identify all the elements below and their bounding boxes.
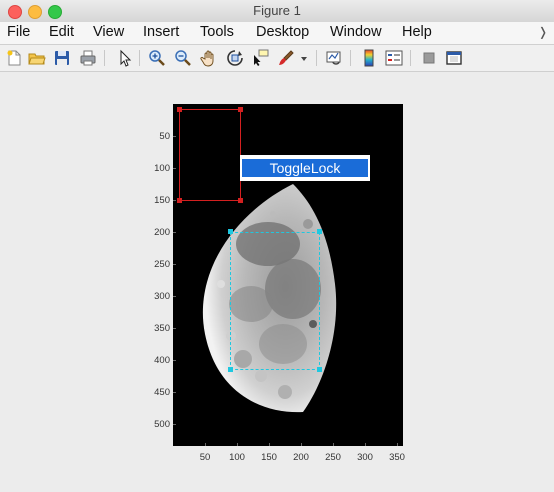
menu-edit[interactable]: Edit xyxy=(49,24,74,40)
y-tick-mark xyxy=(173,328,176,329)
pointer-icon[interactable] xyxy=(116,49,134,67)
context-menu: ToggleLock xyxy=(240,155,370,181)
toolbar-separator xyxy=(316,50,317,66)
legend-icon[interactable] xyxy=(385,49,403,67)
roi-handle[interactable] xyxy=(228,367,233,372)
toolbar-separator xyxy=(350,50,351,66)
data-cursor-icon[interactable] xyxy=(251,49,269,67)
y-tick-mark xyxy=(173,232,176,233)
rotate-3d-icon[interactable] xyxy=(226,49,244,67)
roi-handle[interactable] xyxy=(317,367,322,372)
roi-rectangle-active[interactable] xyxy=(230,232,320,370)
print-icon[interactable] xyxy=(79,49,97,67)
y-tick-label: 50 xyxy=(159,131,170,142)
y-tick-label: 100 xyxy=(154,163,170,174)
roi-rectangle-locked[interactable] xyxy=(179,109,241,201)
menu-insert[interactable]: Insert xyxy=(143,24,179,40)
menu-desktop[interactable]: Desktop xyxy=(256,24,309,40)
x-tick-mark xyxy=(301,443,302,446)
pan-icon[interactable] xyxy=(200,49,218,67)
y-tick-label: 250 xyxy=(154,259,170,270)
y-tick-mark xyxy=(173,360,176,361)
x-tick-label: 250 xyxy=(325,452,341,463)
roi-handle[interactable] xyxy=(238,107,243,112)
roi-handle[interactable] xyxy=(317,229,322,234)
show-plot-tools-icon[interactable] xyxy=(445,49,463,67)
menu-help[interactable]: Help xyxy=(402,24,432,40)
x-tick-mark xyxy=(237,443,238,446)
y-tick-label: 150 xyxy=(154,195,170,206)
x-tick-label: 100 xyxy=(229,452,245,463)
chevron-right-icon[interactable]: ❭ xyxy=(538,25,548,39)
roi-handle[interactable] xyxy=(177,107,182,112)
title-bar: Figure 1 xyxy=(0,0,554,23)
x-tick-label: 50 xyxy=(199,452,211,463)
toolbar-separator xyxy=(104,50,105,66)
save-icon[interactable] xyxy=(53,49,71,67)
window-title: Figure 1 xyxy=(253,3,301,18)
x-tick-mark xyxy=(365,443,366,446)
y-tick-label: 350 xyxy=(154,323,170,334)
y-tick-mark xyxy=(173,200,176,201)
zoom-out-icon[interactable] xyxy=(174,49,192,67)
menu-tools[interactable]: Tools xyxy=(200,24,234,40)
menu-view[interactable]: View xyxy=(93,24,124,40)
hide-plot-tools-icon[interactable] xyxy=(420,49,438,67)
context-menu-item-togglelock[interactable]: ToggleLock xyxy=(242,159,368,177)
x-tick-label: 150 xyxy=(261,452,277,463)
y-tick-label: 300 xyxy=(154,291,170,302)
menu-file[interactable]: File xyxy=(7,24,30,40)
y-tick-label: 500 xyxy=(154,419,170,430)
colorbar-icon[interactable] xyxy=(360,49,378,67)
figure-toolbar xyxy=(0,45,554,72)
toolbar-separator xyxy=(410,50,411,66)
open-file-icon[interactable] xyxy=(28,49,46,67)
y-tick-mark xyxy=(173,136,176,137)
y-tick-mark xyxy=(173,296,176,297)
new-figure-icon[interactable] xyxy=(5,49,23,67)
zoom-in-icon[interactable] xyxy=(148,49,166,67)
y-tick-label: 450 xyxy=(154,387,170,398)
x-tick-mark xyxy=(397,443,398,446)
roi-handle[interactable] xyxy=(228,229,233,234)
y-tick-label: 200 xyxy=(154,227,170,238)
x-tick-label: 200 xyxy=(293,452,309,463)
y-tick-mark xyxy=(173,264,176,265)
brush-icon[interactable] xyxy=(277,49,295,67)
brush-dropdown-icon[interactable] xyxy=(299,49,309,67)
x-tick-mark xyxy=(205,443,206,446)
menu-window[interactable]: Window xyxy=(330,24,382,40)
roi-handle[interactable] xyxy=(238,198,243,203)
y-tick-mark xyxy=(173,424,176,425)
y-tick-mark xyxy=(173,392,176,393)
x-tick-mark xyxy=(269,443,270,446)
link-plot-icon[interactable] xyxy=(325,49,343,67)
menu-bar: File Edit View Insert Tools Desktop Wind… xyxy=(0,22,554,45)
roi-handle[interactable] xyxy=(177,198,182,203)
x-tick-label: 300 xyxy=(357,452,373,463)
x-tick-label: 350 xyxy=(389,452,405,463)
x-tick-mark xyxy=(333,443,334,446)
y-tick-label: 400 xyxy=(154,355,170,366)
y-tick-mark xyxy=(173,168,176,169)
toolbar-separator xyxy=(139,50,140,66)
